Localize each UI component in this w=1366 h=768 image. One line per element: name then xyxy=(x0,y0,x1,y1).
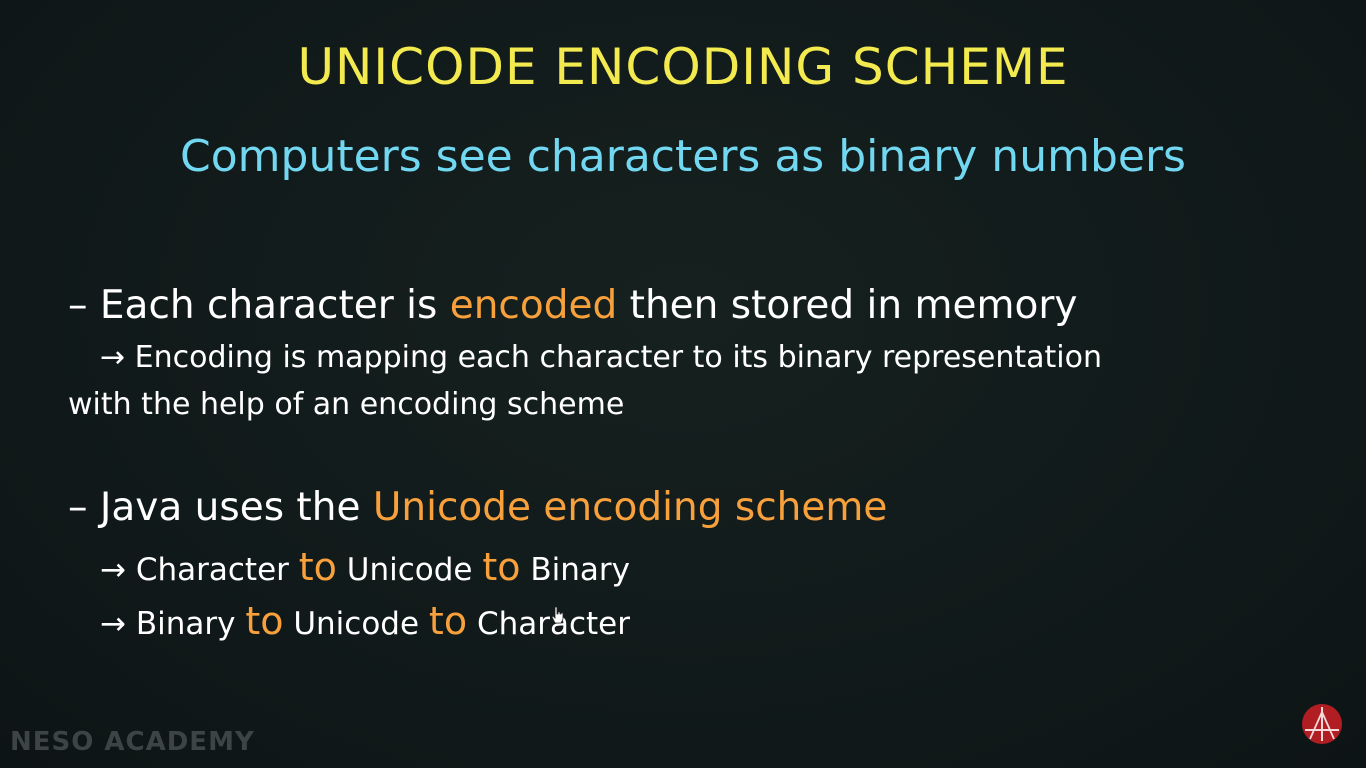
bullet-2-text-before: Java uses the xyxy=(99,485,373,530)
sub-1-word-b: Unicode xyxy=(346,552,473,588)
bullet-1-sub-line-2: with the help of an encoding scheme xyxy=(68,387,625,422)
watermark: NESO ACADEMY xyxy=(10,727,255,757)
bullet-1-sub-line-1: → Encoding is mapping each character to … xyxy=(100,340,1102,375)
bullet-1-text-before: Each character is xyxy=(99,283,450,328)
sub-1-to-2: to xyxy=(482,545,521,589)
bullet-2: – Java uses the Unicode encoding scheme xyxy=(68,485,887,530)
slide-subtitle: Computers see characters as binary numbe… xyxy=(180,131,1186,182)
slide: UNICODE ENCODING SCHEME Computers see ch… xyxy=(0,0,1366,768)
arrow-glyph: → xyxy=(100,552,136,588)
arrow-glyph: → xyxy=(100,606,136,642)
bullet-dash: – xyxy=(68,283,100,328)
bullet-2-sub-1: → Character to Unicode to Binary xyxy=(100,545,630,589)
sub-2-word-b: Unicode xyxy=(293,606,420,642)
bullet-2-highlight: Unicode encoding scheme xyxy=(372,485,888,530)
sub-1-to-1: to xyxy=(298,545,337,589)
bullet-1-highlight: encoded xyxy=(449,283,618,328)
neso-academy-logo-icon xyxy=(1302,704,1342,744)
sub-2-word-a: Binary xyxy=(135,606,236,642)
sub-2-to-1: to xyxy=(245,599,284,643)
bullet-1: – Each character is encoded then stored … xyxy=(68,283,1077,328)
bullet-1-text-after: then stored in memory xyxy=(617,283,1078,328)
sub-1-word-a: Character xyxy=(135,552,289,588)
slide-title: UNICODE ENCODING SCHEME xyxy=(297,38,1069,96)
sub-2-to-2: to xyxy=(428,599,468,643)
bullet-dash: – xyxy=(68,485,100,530)
sub-1-word-c: Binary xyxy=(530,552,630,588)
hand-pointer-cursor-icon xyxy=(551,606,564,624)
